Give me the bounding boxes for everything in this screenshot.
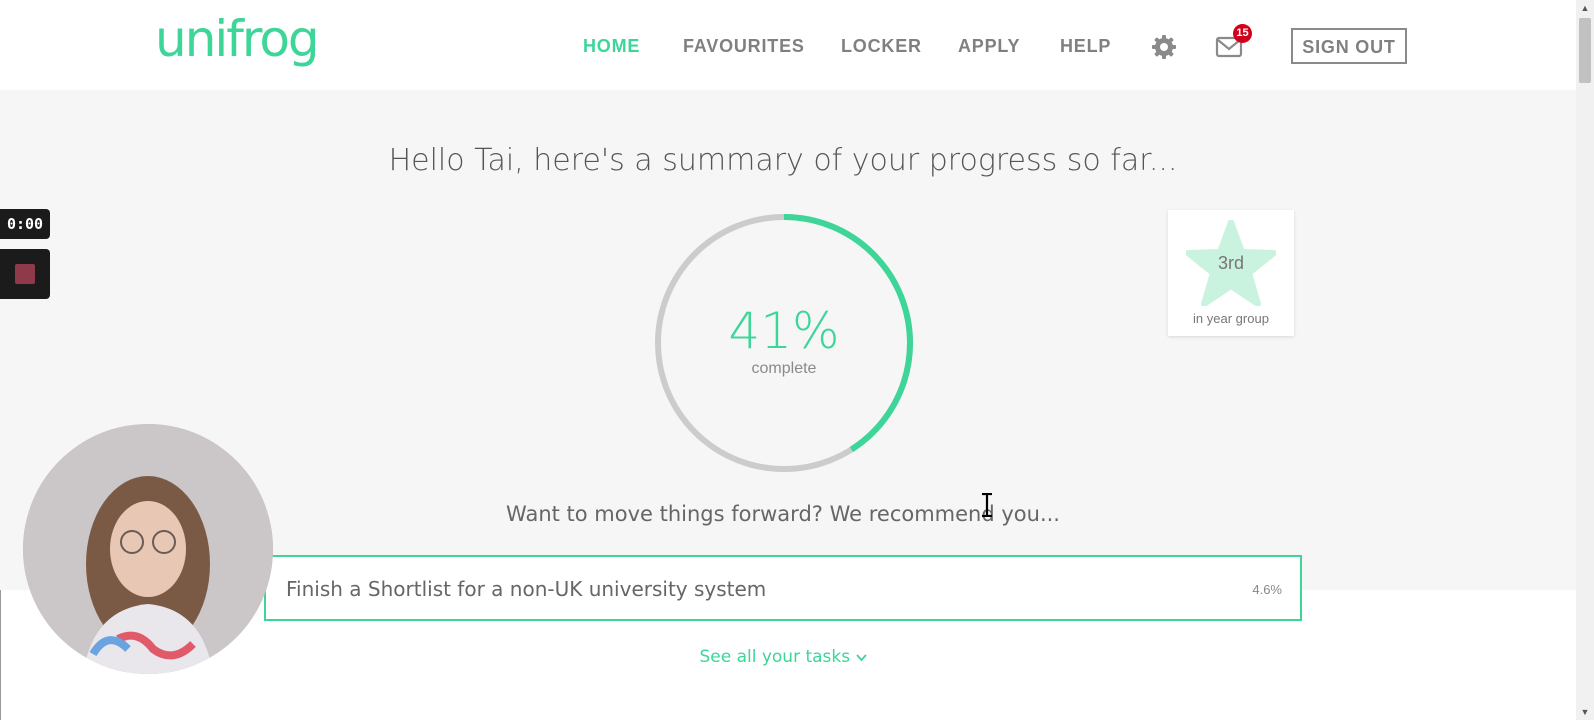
scroll-up-arrow-icon[interactable]: ▲ xyxy=(1576,0,1594,16)
unifrog-logo[interactable]: unifrog xyxy=(155,14,320,64)
see-all-tasks-link[interactable]: See all your tasks xyxy=(0,647,1566,667)
nav-apply[interactable]: APPLY xyxy=(958,36,1020,57)
stop-recording-button[interactable] xyxy=(0,249,50,299)
nav-favourites[interactable]: FAVOURITES xyxy=(683,36,805,57)
gear-icon[interactable] xyxy=(1151,34,1177,60)
see-all-label: See all your tasks xyxy=(699,647,851,667)
rank-label: in year group xyxy=(1193,311,1269,326)
task-name: Finish a Shortlist for a non-UK universi… xyxy=(286,577,767,601)
greeting-heading: Hello Tai, here's a summary of your prog… xyxy=(388,143,1178,178)
presenter-video xyxy=(23,424,273,674)
progress-label: complete xyxy=(751,360,817,377)
recommended-task[interactable]: Finish a Shortlist for a non-UK universi… xyxy=(264,555,1302,621)
nav-locker[interactable]: LOCKER xyxy=(841,36,922,57)
nav-home[interactable]: HOME xyxy=(583,36,640,57)
top-header: unifrog HOME FAVOURITES LOCKER APPLY HEL… xyxy=(0,0,1576,90)
vertical-scrollbar[interactable]: ▲ ▼ xyxy=(1576,0,1594,720)
webcam-bubble[interactable] xyxy=(23,424,273,674)
nav-help[interactable]: HELP xyxy=(1060,36,1111,57)
scrollbar-thumb[interactable] xyxy=(1579,18,1591,83)
sign-out-button[interactable]: SIGN OUT xyxy=(1291,28,1407,64)
rank-value: 3rd xyxy=(1217,253,1244,273)
task-percent: 4.6% xyxy=(1252,582,1282,597)
scroll-down-arrow-icon[interactable]: ▼ xyxy=(1576,704,1594,720)
stop-icon xyxy=(15,264,35,284)
text-cursor-icon xyxy=(982,493,992,517)
recording-timer: 0:00 xyxy=(0,209,50,239)
chevron-down-icon xyxy=(855,654,867,662)
unread-badge: 15 xyxy=(1233,24,1252,43)
rank-card: 3rd in year group xyxy=(1168,210,1294,336)
progress-percent: 41% xyxy=(728,302,840,360)
